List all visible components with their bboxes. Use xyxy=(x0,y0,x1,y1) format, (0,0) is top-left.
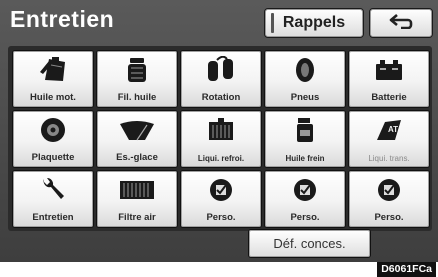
item-air-filter-button[interactable]: Filtre air xyxy=(96,170,178,228)
item-label: Filtre air xyxy=(118,212,156,223)
custom-checkmark-icon xyxy=(181,175,261,205)
item-custom-3-button[interactable]: Perso. xyxy=(348,170,430,228)
reminder-bar-icon xyxy=(271,13,274,33)
item-label: Fil. huile xyxy=(117,92,157,103)
item-label: Perso. xyxy=(206,212,236,223)
brake-fluid-icon xyxy=(265,115,345,145)
oil-filter-icon xyxy=(97,55,177,85)
item-custom-1-button[interactable]: Perso. xyxy=(180,170,262,228)
item-label: Pneus xyxy=(290,92,320,103)
item-wiper-button[interactable]: Es.-glace xyxy=(96,110,178,168)
transmission-fluid-icon: AT xyxy=(349,115,429,145)
item-brake-fluid-button[interactable]: Huile frein xyxy=(264,110,346,168)
page-title: Entretien xyxy=(10,6,115,32)
item-battery-button[interactable]: Batterie xyxy=(348,50,430,108)
oil-can-icon xyxy=(13,55,93,85)
item-tires-button[interactable]: Pneus xyxy=(264,50,346,108)
item-label: Rotation xyxy=(201,92,241,103)
rappels-label: Rappels xyxy=(282,14,346,31)
battery-icon xyxy=(349,55,429,85)
item-coolant-button[interactable]: Liqui. refroi. xyxy=(180,110,262,168)
tire-rotation-icon xyxy=(181,55,261,85)
dealer-settings-button[interactable]: Déf. conces. xyxy=(248,229,371,258)
wiper-icon xyxy=(97,115,177,145)
svg-text:AT: AT xyxy=(388,125,398,134)
custom-checkmark-icon xyxy=(349,175,429,205)
item-transmission-fluid-button[interactable]: AT Liqui. trans. xyxy=(348,110,430,168)
image-code-label: D6061FCa xyxy=(377,262,436,277)
item-custom-2-button[interactable]: Perso. xyxy=(264,170,346,228)
item-label: Huile mot. xyxy=(30,92,76,103)
item-label: Es.-glace xyxy=(116,152,158,163)
item-label: Perso. xyxy=(290,212,320,223)
wrench-icon xyxy=(13,175,93,205)
item-oil-filter-button[interactable]: Fil. huile xyxy=(96,50,178,108)
item-label: Liqui. trans. xyxy=(368,154,410,163)
item-engine-oil-button[interactable]: Huile mot. xyxy=(12,50,94,108)
item-brake-pad-button[interactable]: Plaquette xyxy=(12,110,94,168)
coolant-radiator-icon xyxy=(181,115,261,145)
item-label: Plaquette xyxy=(31,152,75,163)
item-label: Liqui. refroi. xyxy=(197,154,245,163)
item-label: Huile frein xyxy=(285,154,325,163)
item-rotation-button[interactable]: Rotation xyxy=(180,50,262,108)
maintenance-screen: Entretien Rappels Huile mot. Fil. huile … xyxy=(0,0,438,262)
brake-pad-icon xyxy=(13,115,93,145)
custom-checkmark-icon xyxy=(265,175,345,205)
item-label: Entretien xyxy=(32,212,74,223)
back-button[interactable] xyxy=(369,8,433,38)
air-filter-icon xyxy=(97,175,177,205)
item-label: Batterie xyxy=(371,92,407,103)
return-arrow-icon xyxy=(388,13,414,34)
item-label: Perso. xyxy=(374,212,404,223)
maintenance-items-grid: Huile mot. Fil. huile Rotation Pneus Bat… xyxy=(8,46,432,231)
tire-icon xyxy=(265,55,345,85)
item-maintenance-button[interactable]: Entretien xyxy=(12,170,94,228)
rappels-button[interactable]: Rappels xyxy=(264,8,364,38)
